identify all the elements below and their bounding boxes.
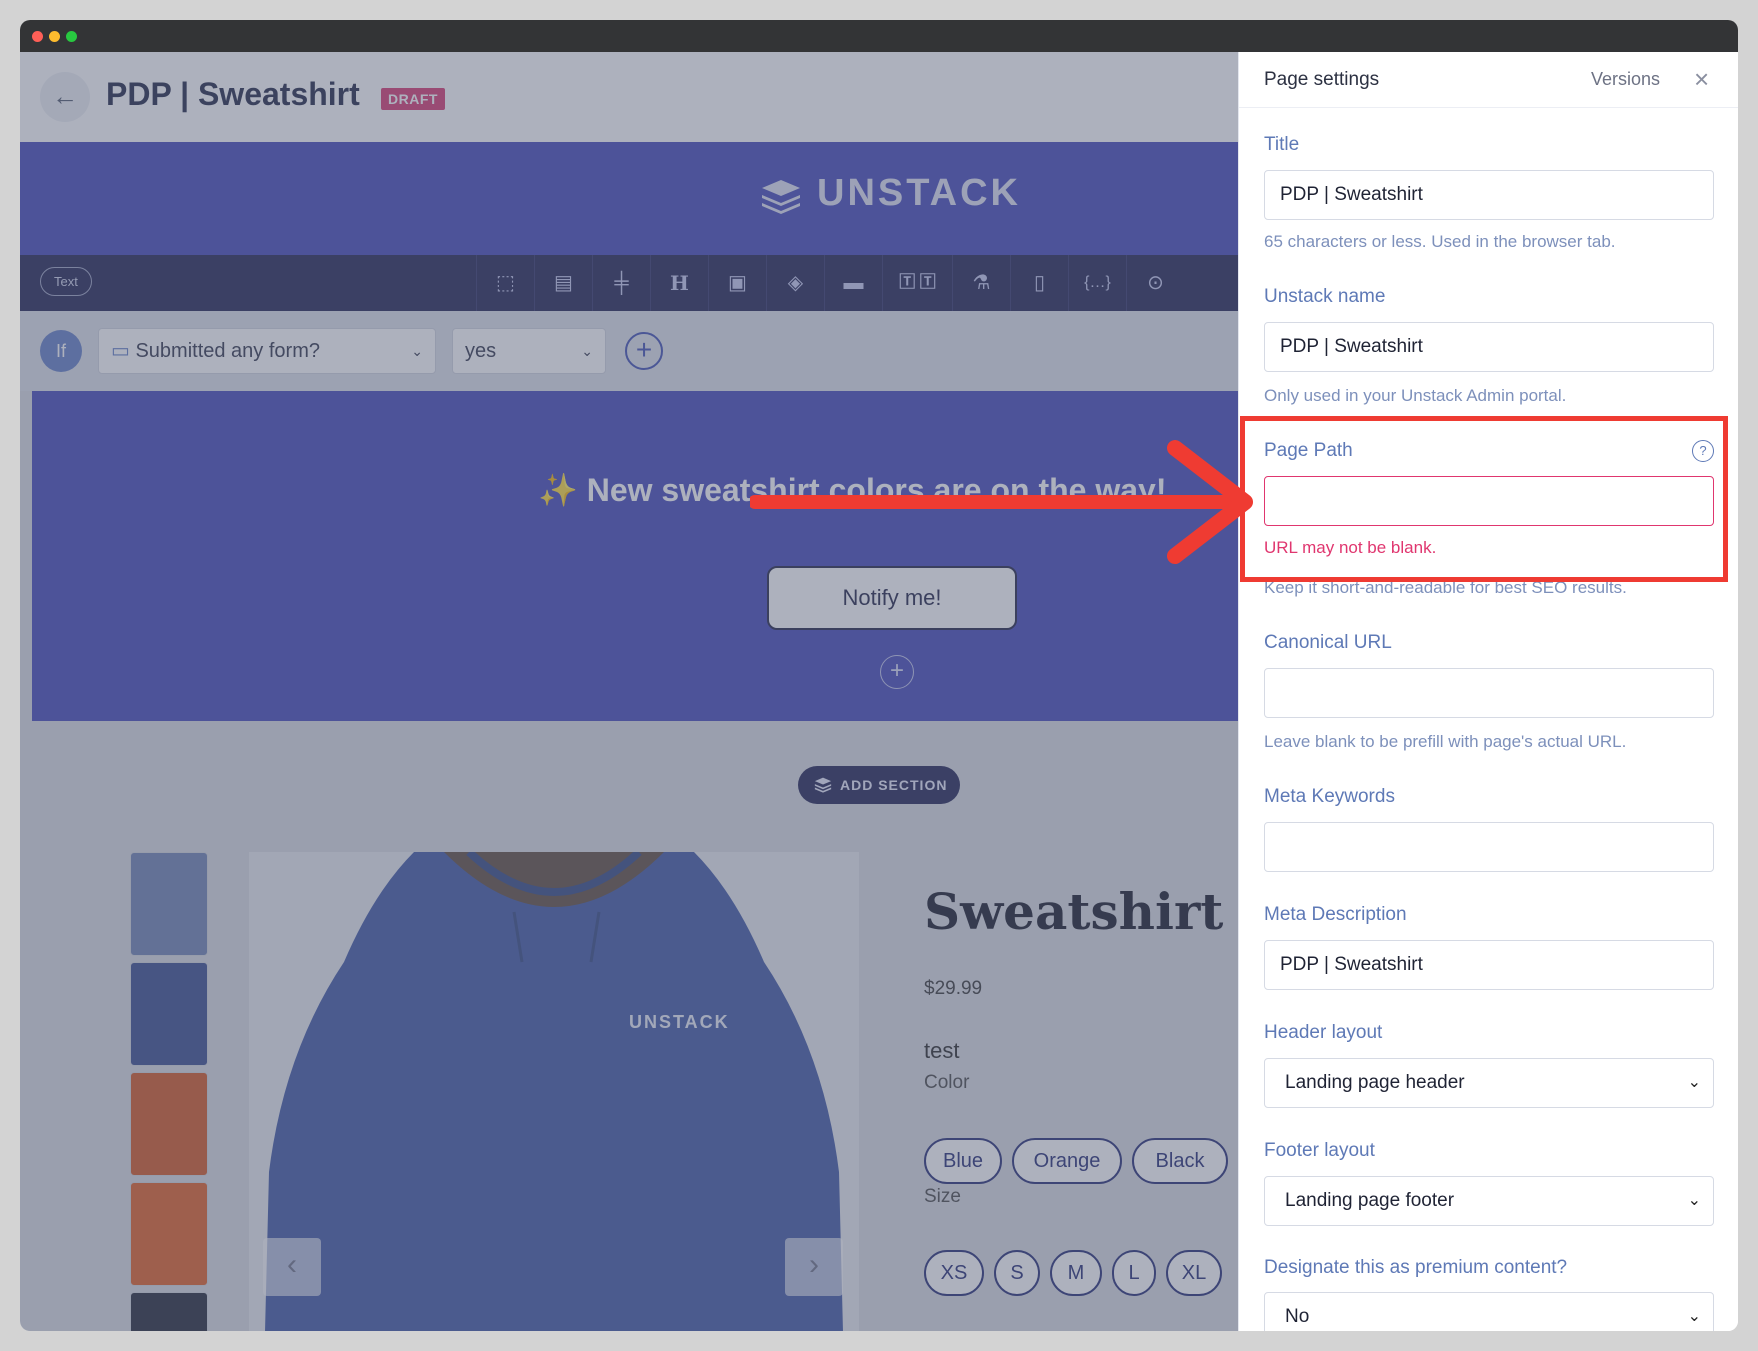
- select-icon[interactable]: ⬚: [476, 255, 534, 311]
- announcement-section: ✨ New sweatshirt colors are on the way! …: [32, 391, 1238, 721]
- page-path-help: Keep it short-and-readable for best SEO …: [1264, 578, 1627, 597]
- hoodie-image: [265, 852, 843, 1331]
- meta-description-label: Meta Description: [1264, 904, 1407, 925]
- status-badge: DRAFT: [381, 88, 445, 110]
- width-icon[interactable]: ▬: [824, 255, 882, 311]
- fill-icon[interactable]: ◈: [766, 255, 824, 311]
- image-icon[interactable]: ▣: [708, 255, 766, 311]
- hoodie-print: UNSTACK: [629, 1012, 730, 1032]
- close-icon[interactable]: ×: [1694, 64, 1709, 95]
- page-title: PDP | Sweatshirt: [106, 76, 360, 112]
- mode-pill[interactable]: Text: [40, 267, 92, 296]
- color-option-orange[interactable]: Orange: [1012, 1138, 1122, 1184]
- chevron-down-icon: ⌄: [411, 343, 423, 359]
- app-frame: ← PDP | Sweatshirt DRAFT UNSTACK Text ⬚ …: [20, 20, 1738, 1331]
- add-block-button[interactable]: +: [880, 655, 914, 689]
- title-label: Title: [1264, 134, 1300, 155]
- size-option-xs[interactable]: XS: [924, 1250, 984, 1296]
- product-option-label: test: [924, 1038, 960, 1063]
- panel-title: Page settings: [1264, 69, 1380, 90]
- product-price: $29.99: [924, 978, 983, 999]
- heading-icon[interactable]: H: [650, 255, 708, 311]
- size-option-l[interactable]: L: [1112, 1250, 1156, 1296]
- unstack-name-help: Only used in your Unstack Admin portal.: [1264, 386, 1567, 405]
- banner-headline: ✨ New sweatshirt colors are on the way!: [538, 472, 1167, 508]
- product-image: UNSTACK: [249, 852, 859, 1331]
- target-icon[interactable]: ⊙: [1126, 255, 1184, 311]
- size-option-xl[interactable]: XL: [1166, 1250, 1222, 1296]
- align-icon[interactable]: ╪: [592, 255, 650, 311]
- notify-button[interactable]: Notify me!: [767, 566, 1017, 630]
- versions-tab[interactable]: Versions: [1591, 69, 1660, 90]
- header-layout-select[interactable]: Landing page header ⌄: [1264, 1058, 1714, 1108]
- site-header-preview: UNSTACK: [20, 142, 1238, 255]
- meta-description-input[interactable]: PDP | Sweatshirt: [1264, 940, 1714, 990]
- size-label: Size: [924, 1186, 961, 1207]
- meta-keywords-input[interactable]: [1264, 822, 1714, 872]
- editor-toolbar: Text ⬚ ▤ ╪ H ▣ ◈ ▬ 🅃 🅃 ⚗ ▯ {…} ⊙: [20, 255, 1238, 311]
- size-option-m[interactable]: M: [1050, 1250, 1102, 1296]
- chevron-down-icon: ⌄: [581, 343, 593, 359]
- page-path-label: Page Path: [1264, 440, 1353, 461]
- chevron-down-icon: ⌄: [1687, 1074, 1701, 1091]
- condition-bar: If ▭ Submitted any form? ⌄ yes ⌄ +: [20, 311, 1238, 391]
- meta-keywords-label: Meta Keywords: [1264, 786, 1395, 807]
- help-icon[interactable]: ?: [1692, 440, 1714, 462]
- product-title: Sweatshirt: [924, 882, 1224, 941]
- title-input[interactable]: PDP | Sweatshirt: [1264, 170, 1714, 220]
- premium-select[interactable]: No ⌄: [1264, 1292, 1714, 1331]
- size-option-s[interactable]: S: [994, 1250, 1040, 1296]
- chevron-down-icon: ⌄: [1687, 1308, 1701, 1325]
- flask-icon[interactable]: ⚗: [952, 255, 1010, 311]
- title-help: 65 characters or less. Used in the brows…: [1264, 232, 1616, 251]
- premium-label: Designate this as premium content?: [1264, 1257, 1568, 1278]
- unstack-logo-icon: [762, 180, 800, 214]
- header-layout-label: Header layout: [1264, 1022, 1383, 1043]
- unstack-name-input[interactable]: PDP | Sweatshirt: [1264, 322, 1714, 372]
- footer-layout-label: Footer layout: [1264, 1140, 1375, 1161]
- add-condition-button[interactable]: +: [625, 332, 663, 370]
- page-path-error: URL may not be blank.: [1264, 538, 1437, 557]
- layout-icon[interactable]: ▯: [1010, 255, 1068, 311]
- chevron-right-icon[interactable]: ›: [785, 1238, 843, 1296]
- canonical-url-help: Leave blank to be prefill with page's ac…: [1264, 732, 1627, 751]
- footer-layout-select[interactable]: Landing page footer ⌄: [1264, 1176, 1714, 1226]
- text-style-icon[interactable]: 🅃 🅃: [882, 255, 952, 311]
- color-label: Color: [924, 1072, 970, 1093]
- chevron-left-icon[interactable]: ‹: [263, 1238, 321, 1296]
- color-option-black[interactable]: Black: [1132, 1138, 1228, 1184]
- section-icon[interactable]: ▤: [534, 255, 592, 311]
- code-icon[interactable]: {…}: [1068, 255, 1126, 311]
- if-badge: If: [40, 330, 82, 372]
- product-thumbnail[interactable]: [130, 1182, 208, 1286]
- form-icon: ▭: [111, 340, 136, 362]
- page-path-input[interactable]: [1264, 476, 1714, 526]
- product-thumbnail[interactable]: [130, 852, 208, 956]
- arrow-left-icon[interactable]: ←: [40, 72, 90, 122]
- panel-header: Page settings Versions ×: [1239, 52, 1738, 108]
- condition-field-select[interactable]: ▭ Submitted any form? ⌄: [98, 328, 436, 374]
- editor-topbar: ← PDP | Sweatshirt DRAFT: [20, 52, 1238, 142]
- condition-value-select[interactable]: yes ⌄: [452, 328, 606, 374]
- brand-name: UNSTACK: [817, 172, 1021, 214]
- page-editor: ← PDP | Sweatshirt DRAFT UNSTACK Text ⬚ …: [20, 52, 1238, 1331]
- color-option-blue[interactable]: Blue: [924, 1138, 1002, 1184]
- product-thumbnail[interactable]: [130, 1292, 208, 1331]
- product-thumbnail[interactable]: [130, 962, 208, 1066]
- canonical-url-input[interactable]: [1264, 668, 1714, 718]
- canonical-url-label: Canonical URL: [1264, 632, 1392, 653]
- chevron-down-icon: ⌄: [1687, 1192, 1701, 1209]
- product-thumbnail[interactable]: [130, 1072, 208, 1176]
- add-section-button[interactable]: ADD SECTION: [798, 766, 960, 804]
- unstack-name-label: Unstack name: [1264, 286, 1386, 307]
- page-settings-panel: Page settings Versions × Title PDP | Swe…: [1238, 52, 1738, 1331]
- stack-icon: [814, 777, 832, 793]
